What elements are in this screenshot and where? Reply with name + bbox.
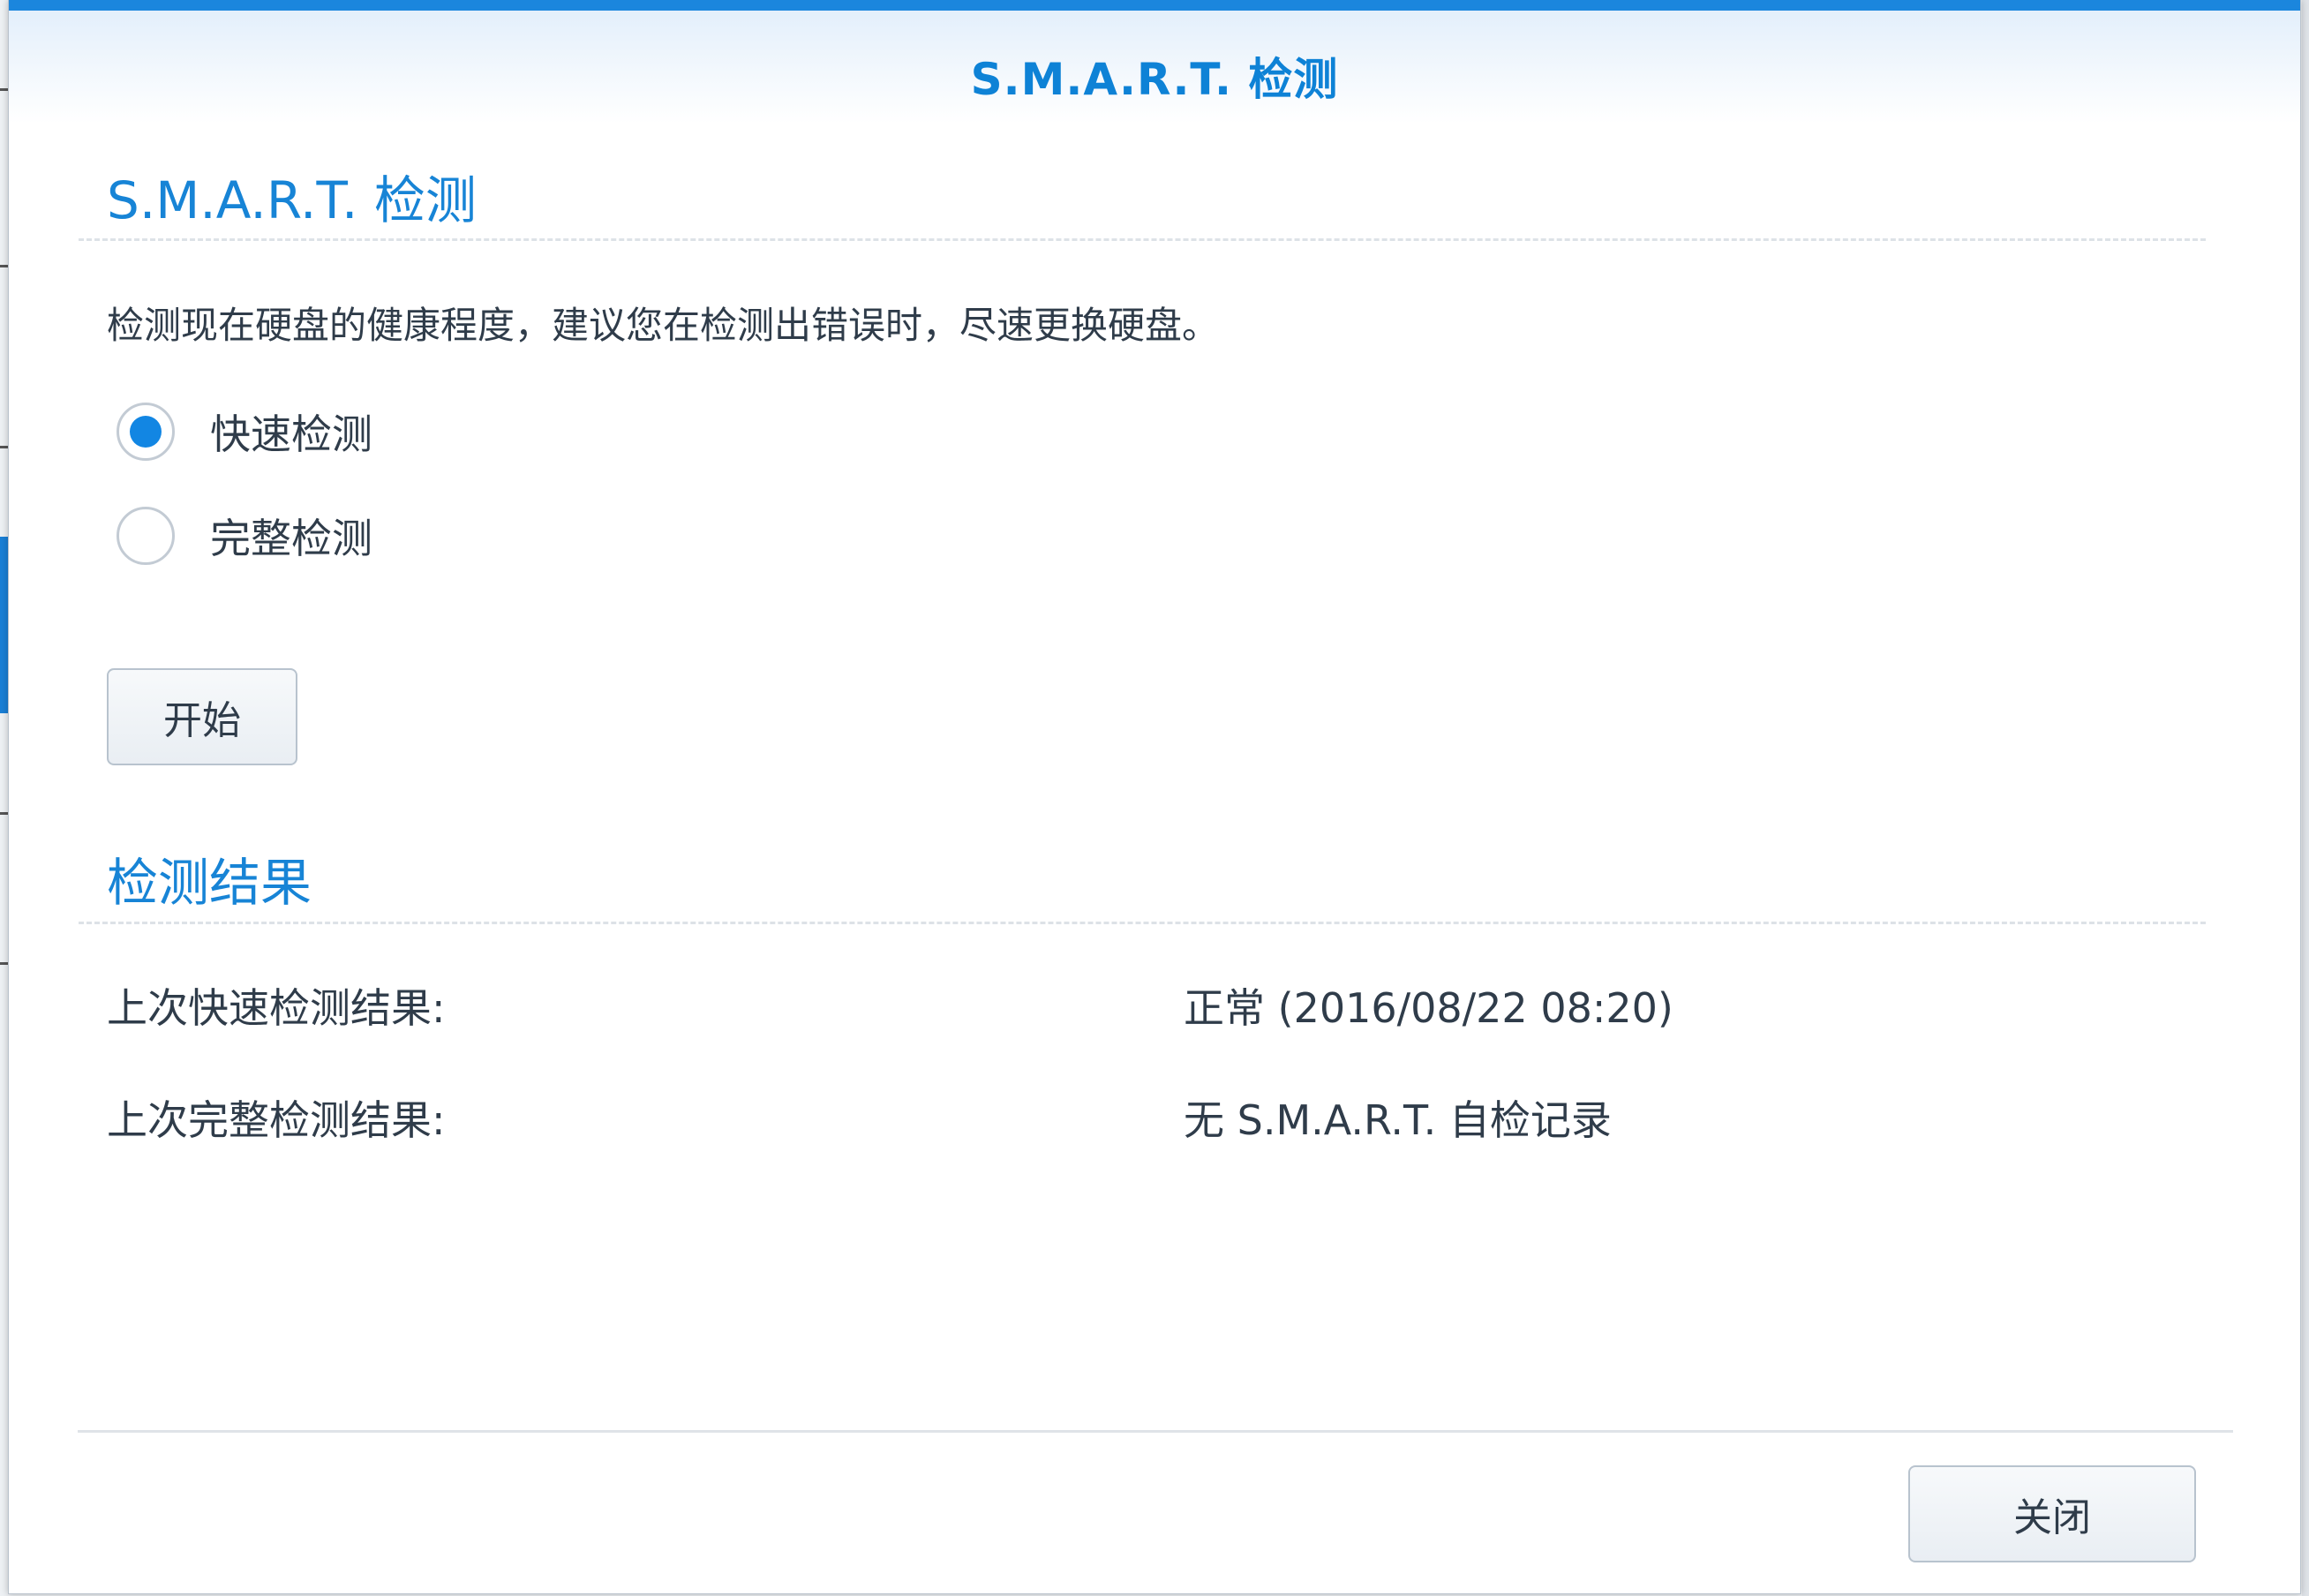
last-full-result-value: 无 S.M.A.R.T. 自检记录 [1184, 1096, 1612, 1144]
smart-description: 检测现在硬盘的健康程度，建议您在检测出错误时，尽速更换硬盘。 [107, 304, 1220, 347]
smart-section-title: S.M.A.R.T. 检测 [107, 170, 477, 230]
radio-quick-test-label[interactable]: 快速检测 [210, 403, 372, 461]
last-quick-result-value: 正常 (2016/08/22 08:20) [1184, 984, 1673, 1032]
close-button[interactable]: 关闭 [1908, 1465, 2196, 1562]
last-quick-result-label: 上次快速检测结果: [107, 984, 446, 1032]
dialog-title: S.M.A.R.T. 检测 [970, 54, 1339, 105]
radio-full-test-label[interactable]: 完整检测 [210, 507, 372, 565]
radio-button-checked[interactable] [117, 403, 175, 461]
background-scroll-rail [2302, 0, 2309, 1596]
radio-full-test[interactable]: 完整检测 [117, 501, 372, 571]
radio-quick-test[interactable]: 快速检测 [117, 396, 372, 467]
section-divider [79, 238, 2206, 241]
radio-dot [130, 416, 162, 448]
dialog-accent-bar [9, 0, 2300, 11]
radio-button-unchecked[interactable] [117, 507, 175, 565]
last-full-result-label: 上次完整检测结果: [107, 1096, 446, 1144]
start-button[interactable]: 开始 [107, 668, 297, 765]
footer-divider [78, 1430, 2233, 1433]
results-section-title: 检测结果 [107, 853, 312, 913]
section-divider [79, 922, 2206, 924]
smart-test-dialog: S.M.A.R.T. 检测 S.M.A.R.T. 检测 检测现在硬盘的健康程度，… [8, 0, 2301, 1594]
dialog-header[interactable]: S.M.A.R.T. 检测 [9, 11, 2300, 124]
